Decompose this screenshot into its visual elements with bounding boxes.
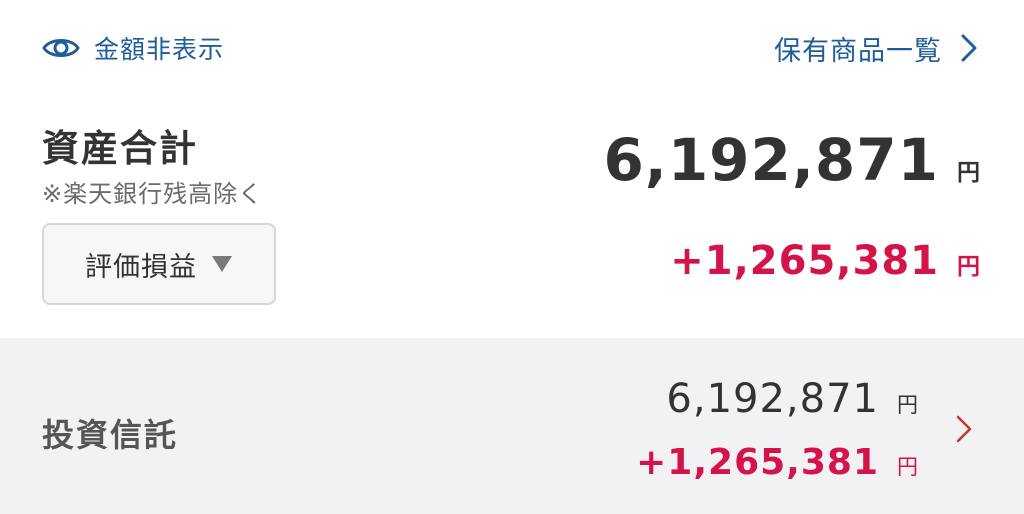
category-gain-amount: +1,265,381	[636, 442, 879, 483]
total-gain-unit: 円	[957, 254, 980, 280]
total-assets-title: 資産合計	[42, 127, 198, 170]
category-amount: 6,192,871	[666, 376, 879, 422]
metric-selector[interactable]: 評価損益	[42, 223, 276, 305]
category-name: 投資信託	[42, 416, 179, 454]
category-gain-unit: 円	[897, 455, 918, 479]
category-value: 6,192,871 円	[666, 376, 918, 422]
total-assets-unit: 円	[957, 160, 980, 186]
caret-down-icon	[212, 256, 232, 272]
category-gain: +1,265,381 円	[636, 442, 918, 483]
holdings-list-link[interactable]: 保有商品一覧	[774, 26, 978, 70]
total-assets-amount: 6,192,871	[603, 126, 939, 194]
total-gain-value: +1,265,381 円	[670, 238, 980, 284]
category-unit: 円	[897, 393, 918, 417]
hide-amount-toggle[interactable]: 金額非表示	[42, 28, 224, 68]
eye-icon	[42, 39, 80, 57]
total-assets-value: 6,192,871 円	[603, 126, 980, 194]
metric-selector-label: 評価損益	[85, 251, 197, 283]
hide-amount-label: 金額非表示	[94, 35, 225, 64]
asset-summary-panel: 金額非表示 保有商品一覧 資産合計 ※楽天銀行残高除く 6,192,871 円 …	[0, 0, 1024, 514]
chevron-right-icon	[956, 415, 972, 443]
total-gain-amount: +1,265,381	[670, 238, 939, 284]
category-row-investment-trust[interactable]: 投資信託 6,192,871 円 +1,265,381 円	[0, 338, 1024, 514]
chevron-right-icon	[961, 34, 977, 62]
total-assets-note: ※楽天銀行残高除く	[42, 180, 264, 208]
holdings-list-label: 保有商品一覧	[774, 35, 942, 67]
